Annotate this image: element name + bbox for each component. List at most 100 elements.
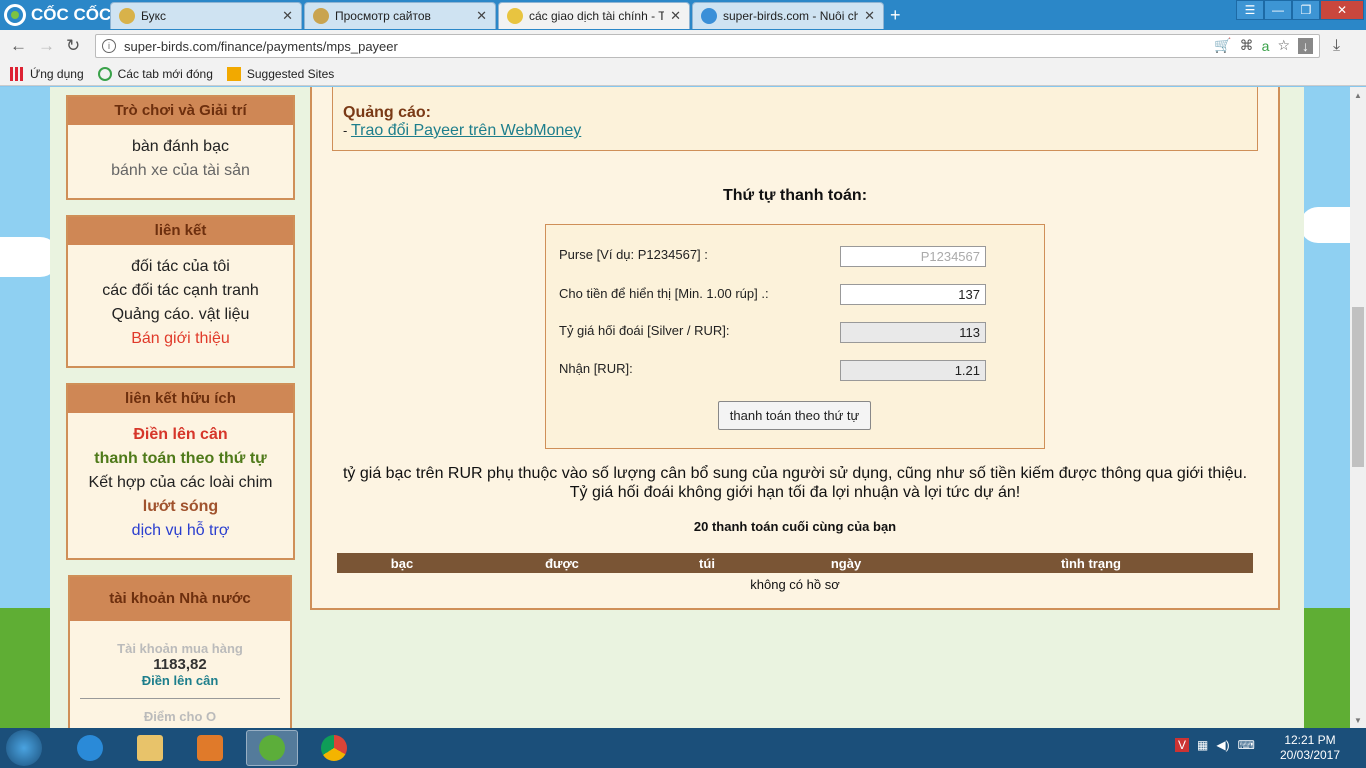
purchase-account-label: Tài khoản mua hàng: [117, 641, 243, 656]
points-label: Điểm cho O: [143, 709, 217, 724]
column-date: ngày: [830, 556, 862, 571]
tab-1[interactable]: Букс ✕: [110, 2, 302, 29]
close-tab-icon[interactable]: ✕: [670, 8, 681, 24]
tab-title: các giao dịch tài chính - Th: [529, 9, 665, 23]
sidebar-link-order-payment[interactable]: thanh toán theo thứ tự: [68, 447, 293, 471]
sidebar-link-sell-referrals[interactable]: Bán giới thiệu: [68, 327, 293, 351]
address-bar[interactable]: i super-birds.com/finance/payments/mps_p…: [95, 34, 1320, 58]
download-arrow-icon[interactable]: ↓: [1298, 37, 1313, 54]
rate-note-line-2: Tỷ giá hối đoái không giới hạn tối đa lợ…: [569, 484, 1021, 501]
clock-date: 20/03/2017: [1279, 748, 1341, 762]
reload-icon[interactable]: ↻: [66, 36, 80, 56]
start-button-icon[interactable]: [6, 730, 42, 766]
forward-icon[interactable]: →: [38, 36, 55, 56]
back-icon[interactable]: ←: [10, 36, 27, 56]
sidebar-link-my-partners[interactable]: đối tác của tôi: [68, 255, 293, 279]
page-title: Thứ tự thanh toán:: [722, 187, 868, 204]
url-text: super-birds.com/finance/payments/mps_pay…: [124, 38, 398, 54]
ad-box: Quảng cáo: - Trao đổi Payeer trên WebMon…: [332, 87, 1258, 151]
maximize-icon[interactable]: ❐: [1292, 0, 1320, 20]
scrollbar-thumb[interactable]: [1352, 307, 1364, 467]
bookmark-label: Ứng dụng: [30, 66, 84, 81]
taskbar-explorer-icon[interactable]: [124, 730, 176, 766]
state-account-box: tài khoản Nhà nước Tài khoản mua hàng 11…: [68, 575, 292, 728]
site-favicon-icon: [701, 8, 717, 24]
tray-keyboard-icon[interactable]: ⌨: [1238, 738, 1255, 752]
links-box: liên kết đối tác của tôi các đối tác cạn…: [66, 215, 295, 368]
ad-link-payeer-webmoney[interactable]: Trao đổi Payeer trên WebMoney: [351, 122, 581, 139]
tray-volume-icon[interactable]: ◀): [1216, 738, 1229, 752]
rate-note-line-1: tỷ giá bạc trên RUR phụ thuộc vào số lượ…: [342, 465, 1248, 482]
bookmark-apps[interactable]: Ứng dụng: [10, 66, 84, 81]
tray-app-icon[interactable]: V: [1175, 738, 1190, 752]
sidebar-link-gambling-table[interactable]: bàn đánh bạc: [68, 135, 293, 159]
taskbar-clock[interactable]: 12:21 PM 20/03/2017: [1278, 733, 1342, 763]
games-box-body: bàn đánh bạc bánh xe của tài sản: [68, 125, 293, 193]
bookmark-suggested-sites[interactable]: Suggested Sites: [226, 66, 335, 81]
sidebar-link-fortune-wheel[interactable]: bánh xe của tài sản: [68, 159, 293, 183]
minimize-icon[interactable]: —: [1264, 0, 1292, 20]
menu-icon[interactable]: ☰: [1236, 0, 1264, 20]
state-account-body: Tài khoản mua hàng 1183,82 Điền lên cân …: [70, 621, 290, 724]
tab-title: super-birds.com - Nuôi ch: [723, 9, 859, 23]
taskbar-media-player-icon[interactable]: [184, 730, 236, 766]
useful-links-box: liên kết hữu ích Điền lên cân thanh toán…: [66, 383, 295, 560]
site-favicon-icon: [119, 8, 135, 24]
tab-2[interactable]: Просмотр сайтов ✕: [304, 2, 496, 29]
bing-icon: [226, 66, 241, 81]
links-box-body: đối tác của tôi các đối tác cạnh tranh Q…: [68, 245, 293, 361]
bookmark-recent-tabs[interactable]: Các tab mới đóng: [97, 66, 213, 81]
bookmark-label: Suggested Sites: [246, 66, 335, 81]
amount-label: Cho tiền để hiển thị [Min. 1.00 rúp] .:: [559, 286, 769, 301]
ad-line: - Trao đổi Payeer trên WebMoney: [343, 122, 1247, 140]
column-status: tình trạng: [1061, 556, 1121, 571]
tab-title: Букс: [141, 9, 166, 23]
adblock-icon[interactable]: a: [1262, 38, 1270, 54]
purse-label: Purse [Ví dụ: P1234567] :: [559, 247, 708, 262]
rate-label: Tỷ giá hối đoái [Silver / RUR]:: [559, 323, 730, 338]
bookmark-star-icon[interactable]: ☆: [1277, 37, 1290, 54]
top-up-link[interactable]: Điền lên cân: [70, 673, 290, 688]
history-table-header: bạc được túi ngày tình trạng: [337, 553, 1253, 573]
new-tab-icon[interactable]: +: [890, 5, 901, 26]
taskbar-coccoc-icon[interactable]: [246, 730, 298, 766]
receive-label: Nhận [RUR]:: [559, 361, 633, 376]
scroll-up-icon[interactable]: ▲: [1350, 87, 1366, 103]
close-tab-icon[interactable]: ✕: [282, 8, 293, 24]
browser-titlebar: CỐC CỐC Букс ✕ Просмотр сайтов ✕ các gia…: [0, 0, 1366, 30]
purse-input[interactable]: P1234567: [840, 246, 986, 267]
page-frame: Trò chơi và Giải trí bàn đánh bạc bánh x…: [50, 87, 1304, 728]
taskbar-chrome-icon[interactable]: [308, 730, 360, 766]
tab-3-active[interactable]: các giao dịch tài chính - Th ✕: [498, 2, 690, 29]
rate-note: tỷ giá bạc trên RUR phụ thuộc vào số lượ…: [312, 464, 1278, 502]
site-info-icon[interactable]: i: [102, 39, 116, 53]
useful-links-box-title: liên kết hữu ích: [68, 385, 293, 413]
rate-field: 113: [840, 322, 986, 343]
games-box: Trò chơi và Giải trí bàn đánh bạc bánh x…: [66, 95, 295, 200]
site-favicon-icon: [313, 8, 329, 24]
amount-input[interactable]: 137: [840, 284, 986, 305]
useful-links-box-body: Điền lên cân thanh toán theo thứ tự Kết …: [68, 413, 293, 553]
sidebar-link-ad-materials[interactable]: Quảng cáo. vật liệu: [68, 303, 293, 327]
close-window-icon[interactable]: ✕: [1320, 0, 1364, 20]
order-payment-button[interactable]: thanh toán theo thứ tự: [718, 401, 871, 430]
tab-4[interactable]: super-birds.com - Nuôi ch ✕: [692, 2, 884, 29]
coccoc-brand[interactable]: CỐC CỐC: [4, 4, 111, 26]
apps-grid-icon: [10, 66, 24, 81]
close-tab-icon[interactable]: ✕: [476, 8, 487, 24]
scroll-down-icon[interactable]: ▼: [1350, 712, 1366, 728]
close-tab-icon[interactable]: ✕: [864, 8, 875, 24]
main-content: Quảng cáo: - Trao đổi Payeer trên WebMon…: [310, 87, 1280, 610]
games-box-title: Trò chơi và Giải trí: [68, 97, 293, 125]
sidebar-link-top-up[interactable]: Điền lên cân: [68, 423, 293, 447]
translate-icon[interactable]: ⌘: [1240, 37, 1254, 54]
sidebar-link-support[interactable]: dịch vụ hỗ trợ: [68, 519, 293, 543]
sidebar-link-bird-combination[interactable]: Kết hợp của các loài chim: [68, 471, 293, 495]
sidebar-link-competing-partners[interactable]: các đối tác cạnh tranh: [68, 279, 293, 303]
page-scrollbar[interactable]: ▲ ▼: [1350, 87, 1366, 728]
downloads-icon[interactable]: ⤓: [1333, 37, 1340, 55]
tray-network-icon[interactable]: ▦: [1197, 738, 1208, 752]
sidebar-link-surfing[interactable]: lướt sóng: [68, 495, 293, 519]
taskbar-ie-icon[interactable]: [64, 730, 116, 766]
cart-icon[interactable]: 🛒: [1214, 37, 1231, 54]
